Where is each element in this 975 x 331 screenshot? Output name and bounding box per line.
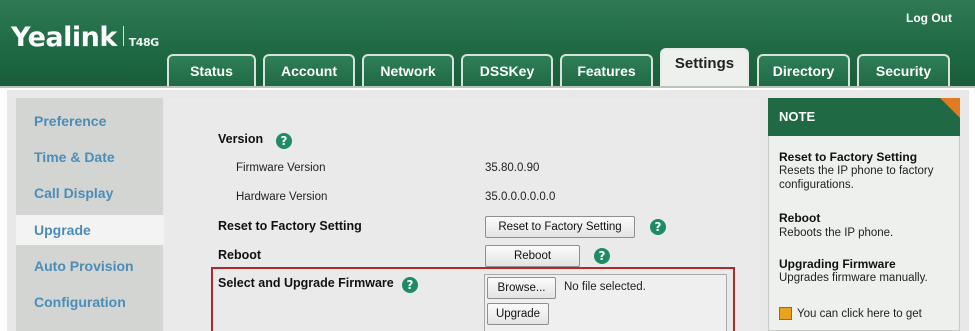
reboot-button[interactable]: Reboot	[485, 245, 580, 267]
sidebar-item-upgrade[interactable]: Upgrade	[34, 222, 91, 238]
note-reset-heading: Reset to Factory Setting	[779, 150, 918, 164]
web-ui-frame: Yealink T48G Log Out Status Account Netw…	[0, 0, 975, 331]
note-firmware-heading: Upgrading Firmware	[779, 257, 896, 271]
note-corner-icon	[940, 98, 960, 118]
firmware-upgrade-label: Select and Upgrade Firmware	[218, 276, 394, 290]
reset-help-icon[interactable]: ?	[650, 219, 666, 235]
note-book-icon	[779, 307, 792, 320]
brand-name: Yealink	[11, 22, 117, 53]
tab-features[interactable]: Features	[560, 54, 653, 86]
sidebar-item-preference[interactable]: Preference	[34, 113, 106, 129]
logout-link[interactable]: Log Out	[906, 11, 952, 25]
note-reboot-text: Reboots the IP phone.	[779, 227, 894, 239]
sidebar-item-auto-provision[interactable]: Auto Provision	[34, 258, 134, 274]
firmware-version-value: 35.80.0.90	[485, 162, 540, 174]
tab-dsskey[interactable]: DSSKey	[461, 54, 553, 86]
file-status-text: No file selected.	[564, 281, 646, 293]
tab-directory[interactable]: Directory	[757, 54, 850, 86]
tab-status[interactable]: Status	[167, 54, 256, 86]
sidebar-item-time-date[interactable]: Time & Date	[34, 149, 115, 165]
version-heading: Version	[218, 132, 264, 146]
note-title: NOTE	[779, 109, 816, 124]
main-tabs: Status Account Network DSSKey Features S…	[0, 48, 975, 88]
browse-button[interactable]: Browse...	[487, 277, 556, 299]
upgrade-button[interactable]: Upgrade	[487, 303, 549, 325]
sidebar-item-configuration[interactable]: Configuration	[34, 294, 126, 310]
note-firmware-text: Upgrades firmware manually.	[779, 272, 928, 284]
tab-network[interactable]: Network	[362, 54, 454, 86]
yealink-logo: Yealink T48G	[11, 22, 159, 53]
version-help-icon[interactable]: ?	[276, 133, 292, 149]
sidebar-item-call-display[interactable]: Call Display	[34, 185, 113, 201]
note-reset-text: Resets the IP phone to factory configura…	[779, 165, 934, 191]
hardware-version-label: Hardware Version	[236, 191, 328, 203]
reboot-help-icon[interactable]: ?	[594, 248, 610, 264]
firmware-help-icon[interactable]: ?	[402, 277, 418, 293]
reset-factory-button[interactable]: Reset to Factory Setting	[485, 216, 635, 238]
logo-separator	[122, 26, 124, 46]
reboot-label: Reboot	[218, 248, 262, 262]
tab-settings[interactable]: Settings	[660, 48, 749, 86]
tab-account[interactable]: Account	[263, 54, 355, 86]
reset-factory-label: Reset to Factory Setting	[218, 219, 362, 233]
hardware-version-value: 35.0.0.0.0.0.0	[485, 191, 556, 203]
tab-security[interactable]: Security	[857, 54, 950, 86]
note-footer-link[interactable]: You can click here to get	[797, 307, 947, 321]
model-name: T48G	[128, 36, 159, 49]
header-bar: Yealink T48G Log Out Status Account Netw…	[0, 0, 975, 88]
note-reboot-heading: Reboot	[779, 211, 821, 225]
firmware-version-label: Firmware Version	[236, 162, 326, 174]
